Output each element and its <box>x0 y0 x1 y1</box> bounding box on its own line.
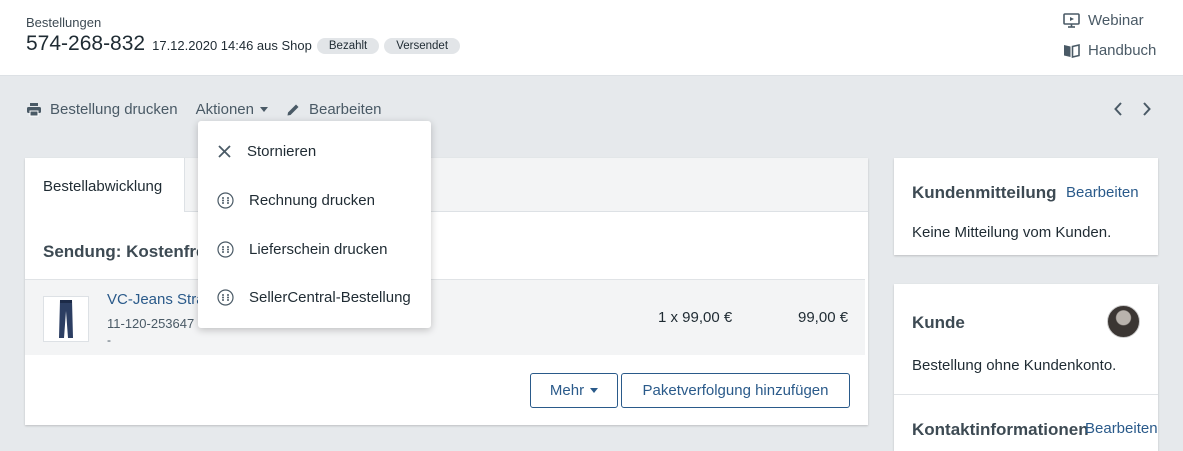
customer-message-text: Keine Mitteilung vom Kunden. <box>912 224 1112 241</box>
tab-bar: Bestellabwicklung <box>25 158 868 212</box>
order-toolbar: Bestellung drucken Aktionen Bearbeiten <box>26 99 400 119</box>
actions-dropdown-menu: Stornieren Rechnung drucken Lieferschein… <box>198 121 431 328</box>
actions-dropdown-button[interactable]: Aktionen <box>196 101 268 118</box>
pencil-icon <box>287 104 299 115</box>
printer-icon <box>27 102 41 116</box>
customer-message-title: Kundenmitteilung <box>912 183 1057 202</box>
book-icon <box>1064 43 1080 58</box>
jeans-image <box>59 300 73 338</box>
manual-label: Handbuch <box>1088 42 1157 59</box>
product-thumbnail <box>43 296 89 342</box>
shipment-title: Sendung: Kostenfre <box>43 242 206 261</box>
menu-item-print-invoice[interactable]: Rechnung drucken <box>198 178 431 222</box>
product-sku: 11-120-253647 <box>107 316 195 331</box>
tab-order-processing[interactable]: Bestellabwicklung <box>25 158 185 212</box>
plugin-icon <box>217 240 234 258</box>
customer-card: Kunde Bestellung ohne Kundenkonto. Konta… <box>894 284 1158 451</box>
actions-label: Aktionen <box>195 100 254 118</box>
caret-down-icon <box>259 106 268 112</box>
add-tracking-button[interactable]: Paketverfolgung hinzufügen <box>621 373 850 408</box>
product-total: 99,00 € <box>798 309 849 326</box>
product-quantity-price: 1 x 99,00 € <box>658 309 733 326</box>
manual-link[interactable]: Handbuch <box>1063 42 1156 59</box>
customer-text: Bestellung ohne Kundenkonto. <box>912 357 1117 374</box>
card-divider <box>894 394 1158 395</box>
menu-item-label: SellerCentral-Bestellung <box>249 288 411 306</box>
menu-item-cancel[interactable]: Stornieren <box>198 129 431 173</box>
chevron-left-icon[interactable] <box>1110 100 1128 118</box>
order-meta: 17.12.2020 14:46 aus Shop <box>152 38 312 53</box>
menu-item-label: Lieferschein drucken <box>249 240 388 258</box>
customer-message-edit-link[interactable]: Bearbeiten <box>1066 184 1139 201</box>
contact-info-title: Kontaktinformationen <box>912 420 1089 439</box>
menu-item-label: Rechnung drucken <box>249 191 375 209</box>
caret-down-icon <box>590 388 599 393</box>
table-row: VC-Jeans Stra 11-120-253647 - 1 x 99,00 … <box>25 279 865 355</box>
page-header: Bestellungen 574-268-832 17.12.2020 14:4… <box>0 0 1183 76</box>
presentation-icon <box>1063 12 1080 28</box>
webinar-label: Webinar <box>1088 12 1144 29</box>
menu-item-label: Stornieren <box>247 142 317 160</box>
edit-order-label: Bearbeiten <box>308 100 382 118</box>
edit-order-button[interactable]: Bearbeiten <box>286 101 382 118</box>
more-label: Mehr <box>549 382 585 399</box>
menu-item-print-delivery-note[interactable]: Lieferschein drucken <box>198 227 431 271</box>
order-processing-panel: Bestellabwicklung Sendung: Kostenfre VC-… <box>25 158 868 425</box>
menu-item-sellercentral-order[interactable]: SellerCentral-Bestellung <box>198 275 431 319</box>
webinar-link[interactable]: Webinar <box>1063 12 1144 29</box>
print-order-label: Bestellung drucken <box>50 100 178 118</box>
product-variant: - <box>107 333 111 347</box>
contact-info-edit-link[interactable]: Bearbeiten <box>1085 420 1158 437</box>
order-heading: 574-268-832 17.12.2020 14:46 aus Shop Be… <box>26 32 461 56</box>
order-navigation <box>1110 100 1164 118</box>
product-name-link[interactable]: VC-Jeans Stra <box>107 291 205 308</box>
customer-title: Kunde <box>912 313 965 332</box>
more-button[interactable]: Mehr <box>530 373 618 408</box>
status-badge-paid: Bezahlt <box>316 38 380 54</box>
plugin-icon <box>217 288 234 306</box>
plugin-icon <box>217 191 234 209</box>
order-number: 574-268-832 <box>26 32 146 55</box>
print-order-button[interactable]: Bestellung drucken <box>26 101 178 118</box>
avatar <box>1107 305 1140 338</box>
customer-message-card: Kundenmitteilung Bearbeiten Keine Mittei… <box>894 158 1158 255</box>
chevron-right-icon[interactable] <box>1137 100 1155 118</box>
status-badge-shipped: Versendet <box>384 38 461 54</box>
breadcrumb[interactable]: Bestellungen <box>26 15 101 30</box>
close-icon <box>218 144 231 158</box>
